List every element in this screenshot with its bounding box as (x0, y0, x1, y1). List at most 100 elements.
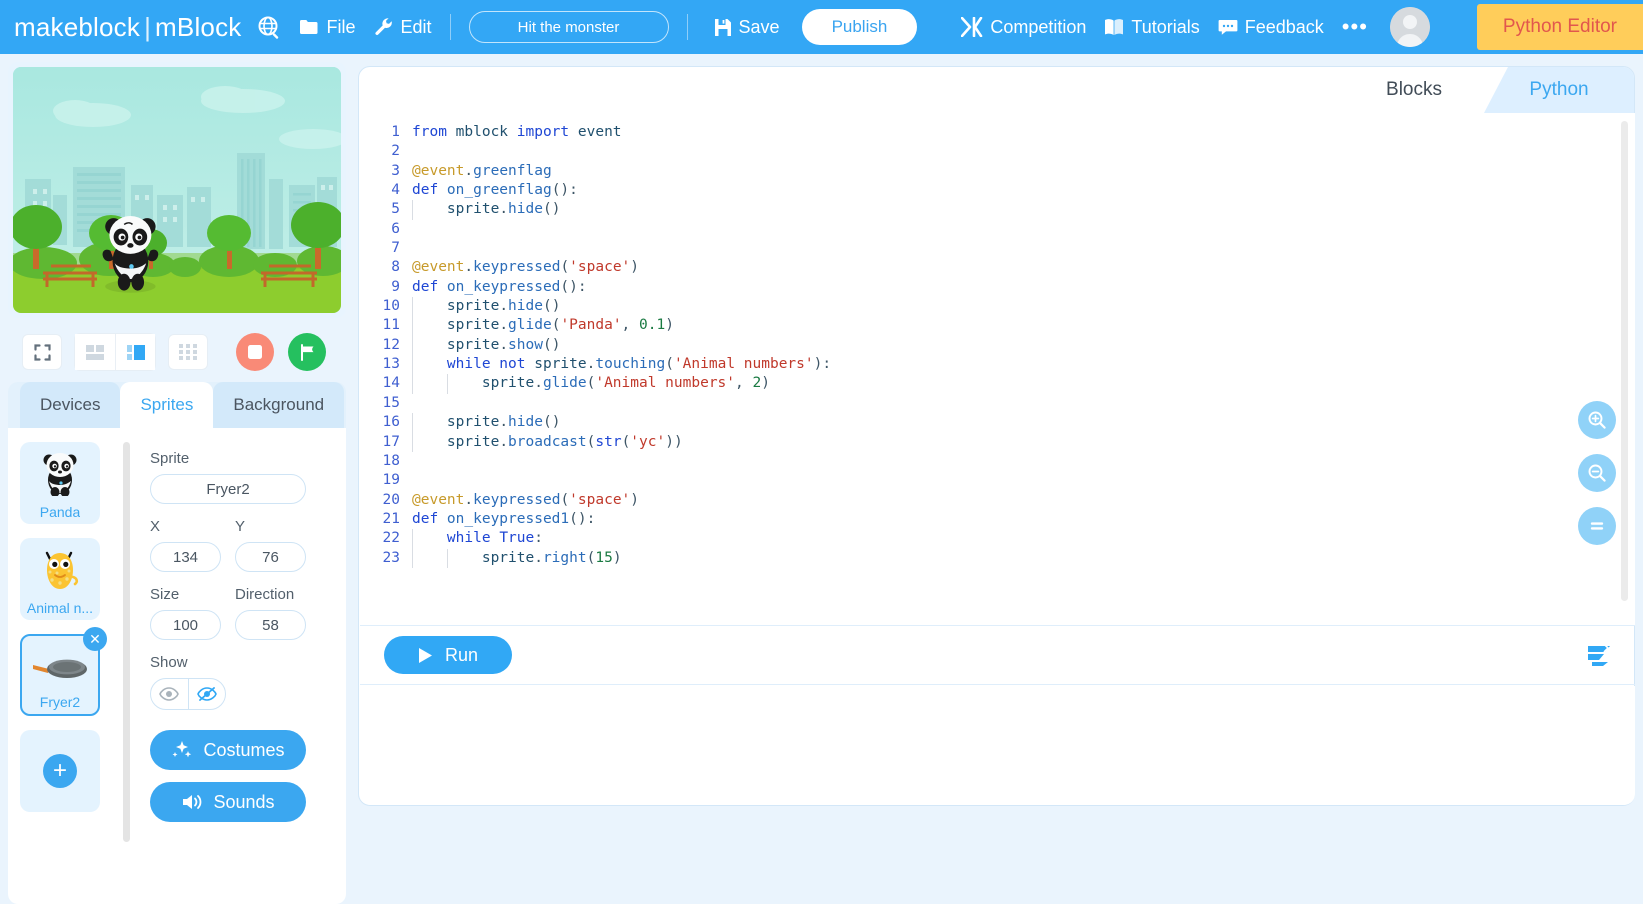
indent-guide (412, 529, 413, 549)
line-text: sprite.glide('Animal numbers', 2) (412, 374, 770, 394)
code-lines-container: 1 from mblock import event 2 3 @event.greenf… (360, 113, 1635, 568)
code-line: 20 @event.keypressed('space') (360, 491, 1635, 510)
console-toggle-icon[interactable] (1586, 643, 1612, 672)
stop-icon[interactable] (236, 333, 274, 371)
tab-python[interactable]: Python (1484, 67, 1634, 113)
code-line: 8 @event.keypressed('space') (360, 258, 1635, 277)
logo-makeblock: makeblock (14, 11, 141, 42)
menu-edit[interactable]: Edit (374, 17, 432, 38)
code-line: 2 (360, 142, 1635, 161)
code-line: 23 sprite.right(15) (360, 548, 1635, 568)
code-line: 21 def on_keypressed1(): (360, 510, 1635, 529)
publish-button[interactable]: Publish (801, 9, 918, 45)
green-flag-icon[interactable] (288, 333, 326, 371)
y-input[interactable]: 76 (235, 542, 306, 572)
tab-sprites[interactable]: Sprites (120, 382, 214, 428)
large-stage-icon[interactable] (115, 334, 155, 370)
show-label: Show (150, 654, 188, 671)
code-scrollbar[interactable] (1621, 121, 1628, 601)
y-label: Y (235, 518, 246, 535)
globe-icon[interactable] (257, 15, 281, 39)
code-line: 1 from mblock import event (360, 123, 1635, 142)
fullscreen-icon[interactable] (22, 334, 62, 370)
header-right-menus: Competition Tutorials Feedback ••• (961, 16, 1368, 38)
sounds-button[interactable]: Sounds (150, 782, 306, 822)
sprite-list-scrollbar[interactable] (123, 442, 130, 842)
indent-guide (412, 432, 413, 452)
stage-canvas[interactable] (13, 67, 341, 313)
menu-tutorials[interactable]: Tutorials (1104, 16, 1200, 38)
logo-separator: | (144, 11, 152, 42)
grid-icon[interactable] (168, 334, 208, 370)
size-input[interactable]: 100 (150, 610, 221, 640)
menu-competition[interactable]: Competition (961, 17, 1086, 38)
eye-slash-icon[interactable] (187, 679, 225, 709)
line-number: 18 (382, 452, 400, 469)
line-number: 2 (391, 143, 400, 160)
console-output-area[interactable] (360, 686, 1635, 805)
plus-icon: + (43, 754, 77, 788)
small-stage-icon[interactable] (75, 334, 115, 370)
python-editor-button[interactable]: Python Editor (1476, 4, 1643, 50)
line-text: from mblock import event (412, 124, 622, 140)
line-number: 21 (382, 510, 400, 527)
code-area[interactable]: 1 from mblock import event 2 3 @event.greenf… (360, 113, 1635, 625)
save-button[interactable]: Save (714, 17, 780, 38)
line-number: 12 (382, 336, 400, 353)
code-line: 12 sprite.show() (360, 335, 1635, 356)
code-line: 4 def on_greenflag(): (360, 181, 1635, 200)
sounds-label: Sounds (213, 791, 275, 812)
line-number: 16 (382, 414, 400, 431)
project-name-input[interactable]: Hit the monster (468, 11, 669, 43)
line-text: def on_keypressed(): (412, 278, 587, 295)
user-avatar[interactable] (1389, 7, 1430, 47)
stage-toolbar (8, 324, 346, 380)
zoom-out-icon[interactable] (1578, 454, 1616, 492)
menu-file[interactable]: File (299, 17, 356, 38)
line-text: sprite.hide() (412, 413, 560, 433)
tab-blocks[interactable]: Blocks (1334, 67, 1494, 113)
line-text: sprite.show() (412, 335, 560, 356)
eye-icon[interactable] (151, 679, 188, 709)
code-line: 22 while True: (360, 529, 1635, 549)
line-text: def on_keypressed1(): (412, 510, 596, 527)
code-line: 18 (360, 452, 1635, 471)
line-number: 15 (382, 394, 400, 411)
menu-feedback[interactable]: Feedback (1218, 17, 1324, 38)
tab-devices[interactable]: Devices (20, 382, 121, 428)
line-text: while True: (412, 529, 543, 549)
costumes-button[interactable]: Costumes (150, 730, 306, 770)
line-text: sprite.broadcast(str('yc')) (412, 432, 683, 452)
sprite-card-panda[interactable]: Panda (20, 442, 100, 524)
add-sprite-button[interactable]: + (20, 730, 100, 812)
code-line: 17 sprite.broadcast(str('yc')) (360, 432, 1635, 452)
sprite-card-animal-numbers[interactable]: Animal n... (20, 538, 100, 620)
logo-mblock: mBlock (155, 11, 242, 42)
save-label: Save (738, 16, 780, 37)
code-editor-panel: Blocks Python 1 from mblock import event 2… (358, 66, 1635, 806)
line-text: while not sprite.touching('Animal number… (412, 355, 831, 375)
tab-background[interactable]: Background (213, 382, 345, 428)
line-number: 9 (391, 278, 400, 295)
x-input[interactable]: 134 (150, 542, 221, 572)
left-column: Devices Sprites Background Panda Animal … (8, 62, 346, 904)
line-text: def on_greenflag(): (412, 182, 578, 199)
sprite-name-input[interactable]: Fryer2 (150, 474, 306, 504)
more-options-button[interactable]: ••• (1342, 16, 1368, 38)
direction-input[interactable]: 58 (235, 610, 306, 640)
run-button[interactable]: Run (384, 636, 512, 674)
sprite-card-fryer2[interactable]: ✕ Fryer2 (20, 627, 107, 716)
line-text: sprite.glide('Panda', 0.1) (412, 316, 674, 336)
menu-edit-label: Edit (400, 16, 432, 37)
code-line: 6 (360, 220, 1635, 239)
zoom-in-icon[interactable] (1578, 401, 1616, 439)
indent-guide (412, 548, 413, 568)
menu-feedback-label: Feedback (1244, 16, 1324, 37)
menu-tutorials-label: Tutorials (1131, 16, 1200, 37)
indent-guide (412, 200, 413, 220)
line-number: 23 (382, 549, 400, 566)
header-divider-1 (449, 14, 451, 40)
zoom-reset-icon[interactable] (1578, 507, 1616, 545)
sprite-properties: Sprite Fryer2 X Y 134 76 Size Direction … (130, 428, 346, 904)
line-text: @event.keypressed('space') (412, 259, 640, 276)
